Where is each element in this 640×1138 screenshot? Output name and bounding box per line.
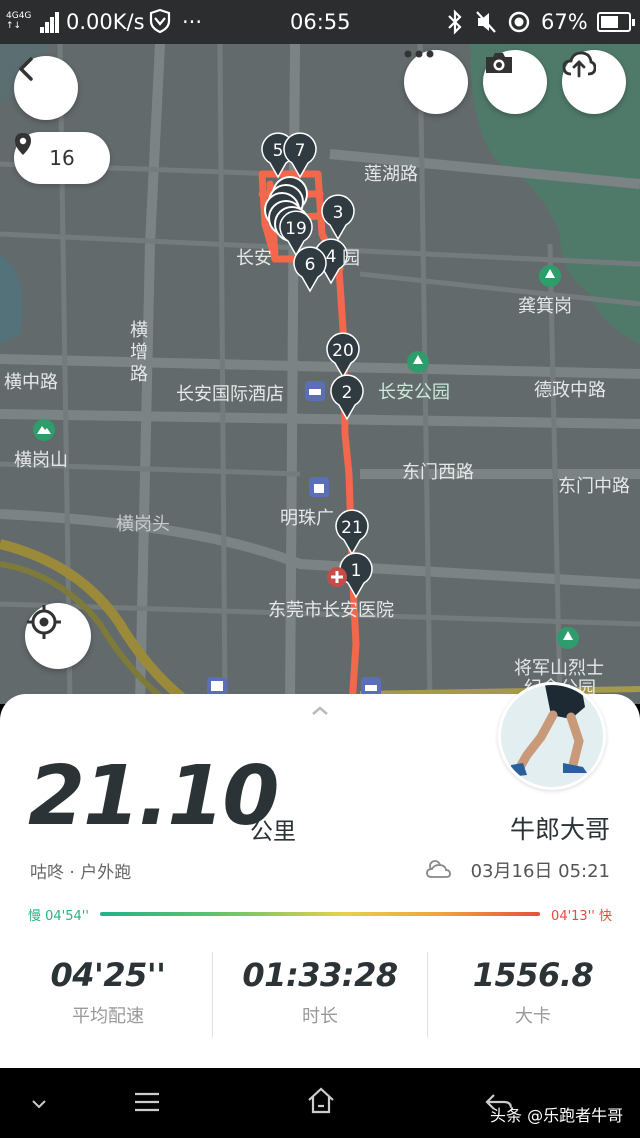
camera-icon <box>486 53 512 73</box>
stat-duration: 01:33:28 时长 <box>220 956 420 1028</box>
distance-unit: 公里 <box>250 819 296 845</box>
stat-avg-pace: 04'25'' 平均配速 <box>8 956 208 1028</box>
chevron-down-icon[interactable] <box>30 1098 48 1110</box>
avatar[interactable] <box>498 682 606 790</box>
duration-label: 时长 <box>302 1006 338 1027</box>
avg-pace-value: 04'25'' <box>50 956 166 994</box>
more-dots-icon <box>404 50 434 58</box>
map-label-changan: 长安 <box>236 248 272 269</box>
battery-percent: 67% <box>541 10 588 34</box>
km-marker-label: 2 <box>342 383 353 403</box>
km-marker-label: 5 <box>273 141 284 161</box>
network-speed: 0.00K/s <box>66 10 145 34</box>
km-marker-label: 21 <box>341 518 363 538</box>
crosshair-icon <box>27 605 61 639</box>
km-marker[interactable]: 2 <box>330 374 364 421</box>
avg-pace-label: 平均配速 <box>72 1006 144 1027</box>
cloud-upload-icon <box>562 51 596 78</box>
map-label-changan-hotel: 长安国际酒店 <box>176 384 284 405</box>
more-notifications: ··· <box>182 10 203 34</box>
map-label-lianhu-road: 莲湖路 <box>364 164 418 185</box>
km-marker-label: 1 <box>351 561 362 581</box>
calories-label: 大卡 <box>515 1006 551 1027</box>
divider <box>212 952 213 1038</box>
stat-calories: 1556.8 大卡 <box>433 956 633 1028</box>
watermark: 头条 @乐跑者牛哥 <box>490 1106 624 1125</box>
chevron-up-icon[interactable] <box>308 704 332 718</box>
map-label-dongmen-mid: 东门中路 <box>558 476 630 497</box>
more-button[interactable] <box>404 50 468 114</box>
weather-cloud-icon <box>426 860 451 878</box>
duration-value: 01:33:28 <box>242 956 398 994</box>
camera-button[interactable] <box>483 50 547 114</box>
status-bar: 4G4G ↑↓ 0.00K/s ··· 06:55 67% <box>0 0 640 44</box>
km-marker[interactable]: 7 <box>283 132 317 179</box>
map-label-hospital: 东莞市长安医院 <box>268 600 394 621</box>
slowest-pace-label: 慢 04'54'' <box>28 909 89 924</box>
map-label-mingzhu: 明珠广 <box>280 508 334 529</box>
km-marker-label: 6 <box>305 255 316 275</box>
chevron-left-icon <box>19 57 33 81</box>
mute-icon <box>474 9 498 40</box>
water-area-left <box>0 254 23 344</box>
bluetooth-icon <box>446 9 464 40</box>
map-label-henggang-shan: 横岗山 <box>14 450 68 471</box>
calories-value: 1556.8 <box>472 956 594 994</box>
map-label-hengzhong-road: 横中路 <box>4 372 58 393</box>
avatar-runner-image <box>501 685 603 787</box>
km-marker-label: 7 <box>295 141 306 161</box>
pace-gradient-legend: 慢 04'54'' 04'13'' 快 <box>28 904 612 924</box>
map-label-changan-park: 长安公园 <box>378 382 450 403</box>
run-summary-card: 21.10 公里 牛郎大哥 咕咚 · 户外跑 03月16日 05:21 慢 04… <box>0 682 640 1068</box>
location-target-icon <box>506 9 532 40</box>
location-count: 16 <box>49 146 75 170</box>
run-datetime: 03月16日 05:21 <box>470 861 610 882</box>
km-marker-label: 4 <box>326 247 337 267</box>
upload-button[interactable] <box>562 50 626 114</box>
map-label-yuan: 园 <box>342 248 360 269</box>
user-name: 牛郎大哥 <box>509 815 610 844</box>
battery-icon <box>597 12 635 32</box>
run-type: 咕咚 · 户外跑 <box>30 863 132 883</box>
map-label-gongji-gang: 龚箕岗 <box>518 296 572 317</box>
km-marker[interactable]: 3 <box>321 194 355 241</box>
km-marker-label: 20 <box>332 341 354 361</box>
map-label-dezheng-road: 德政中路 <box>534 380 606 401</box>
km-marker-label: 3 <box>333 203 344 223</box>
map-label-hengzeng-road: 横 增 路 <box>130 320 148 385</box>
km-marker-label: 19 <box>285 219 307 239</box>
home-icon[interactable] <box>306 1086 336 1116</box>
distance-value: 21.10 <box>28 749 279 844</box>
network-type-icon: 4G4G ↑↓ <box>6 11 32 31</box>
fastest-pace-label: 04'13'' 快 <box>551 909 612 924</box>
back-button[interactable] <box>14 56 78 120</box>
map-label-dongmen-west: 东门西路 <box>402 462 474 483</box>
km-marker[interactable]: 21 <box>335 509 369 556</box>
map-label-henggang-tou: 横岗头 <box>116 514 170 535</box>
pace-gradient-bar <box>100 912 540 916</box>
photo-location-pill[interactable]: 16 <box>14 132 110 184</box>
location-pin-icon <box>15 133 31 155</box>
menu-icon[interactable] <box>132 1090 162 1114</box>
signal-strength-icon <box>40 11 60 33</box>
route-map[interactable]: 5 7 3 19 4 6 20 2 21 1 莲湖路 长安 园 横 增 路 横中路 长安国际酒店 … <box>0 44 640 704</box>
vpn-shield-icon <box>148 8 172 39</box>
km-marker[interactable]: 6 <box>293 246 327 293</box>
recenter-button[interactable] <box>25 603 91 669</box>
divider <box>427 952 428 1038</box>
clock: 06:55 <box>290 10 351 34</box>
